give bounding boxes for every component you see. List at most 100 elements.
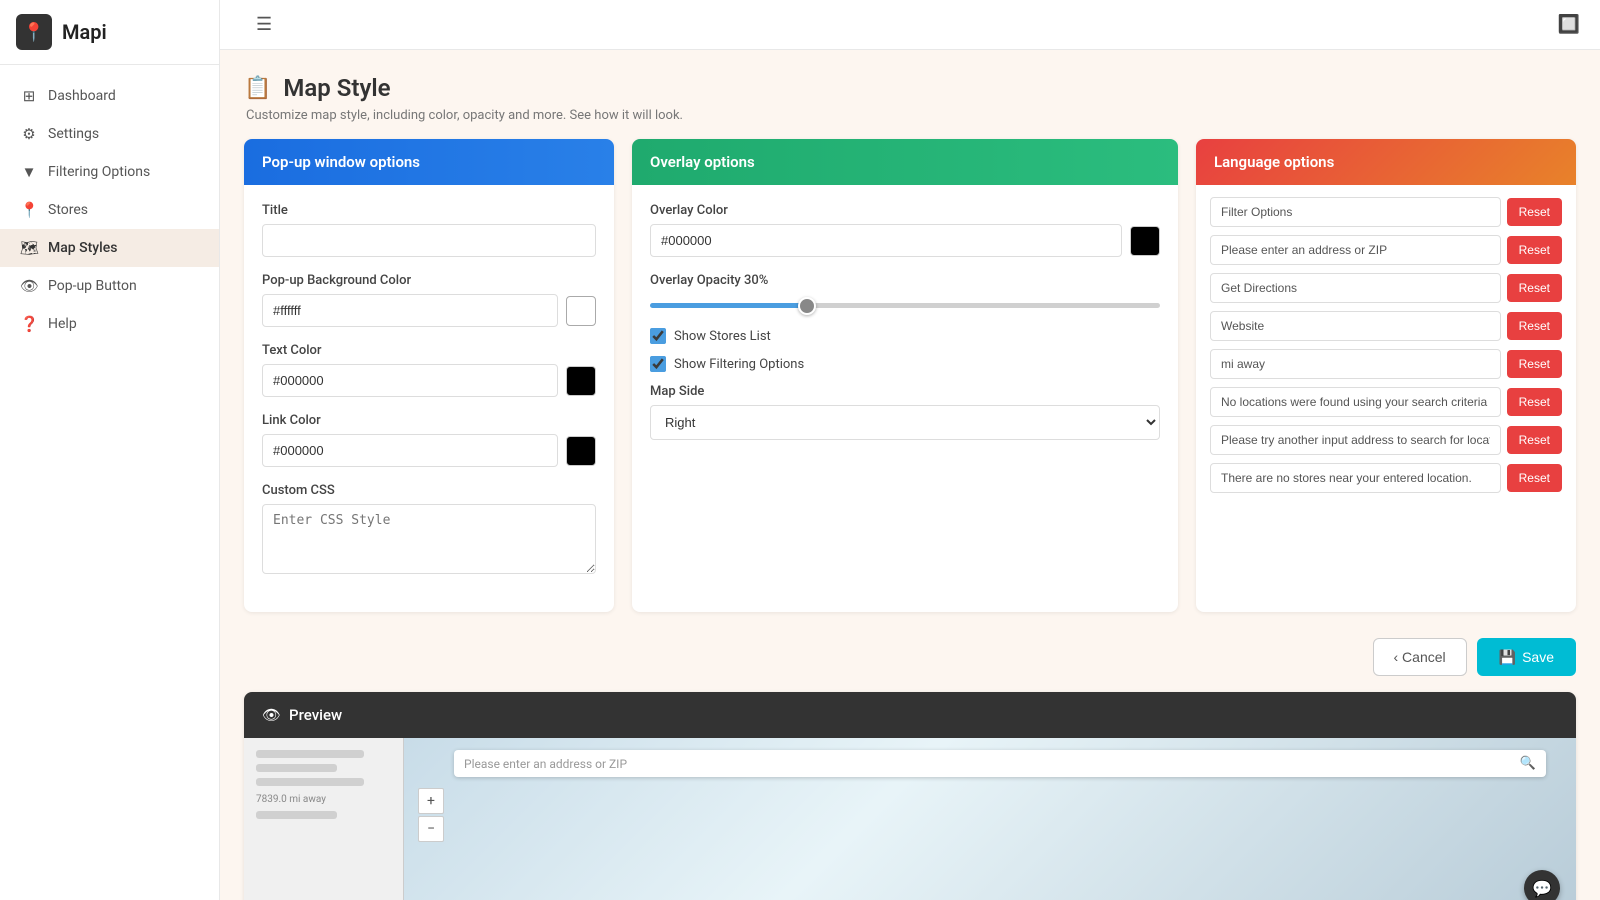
- lang-input-get-directions[interactable]: [1210, 273, 1501, 303]
- show-stores-label: Show Stores List: [674, 329, 771, 344]
- sidebar-logo: 📍 Mapi: [0, 0, 219, 65]
- reset-btn-no-locations[interactable]: Reset: [1507, 388, 1562, 416]
- search-icon[interactable]: 🔍: [1520, 756, 1536, 771]
- map-side-select[interactable]: Left Right: [650, 405, 1160, 440]
- sidebar-item-dashboard[interactable]: ⊞ Dashboard: [0, 77, 219, 115]
- zoom-out-button[interactable]: −: [418, 816, 444, 842]
- opacity-slider-group: Overlay Opacity 30%: [650, 273, 1160, 312]
- preview-distance: 7839.0 mi away: [256, 794, 391, 805]
- chat-widget[interactable]: 💬: [1524, 870, 1560, 900]
- sidebar-item-label: Stores: [48, 202, 88, 218]
- title-input[interactable]: [262, 224, 596, 257]
- search-placeholder-text: Please enter an address or ZIP: [464, 757, 1512, 771]
- sidebar-nav: ⊞ Dashboard ⚙ Settings ▼ Filtering Optio…: [0, 65, 219, 355]
- link-color-label: Link Color: [262, 413, 596, 428]
- blurred-text-2: [256, 764, 337, 772]
- preview-eye-icon: 👁: [262, 706, 281, 724]
- sidebar-item-map-styles[interactable]: 🗺 Map Styles: [0, 229, 219, 267]
- text-color-input-row: [262, 364, 596, 397]
- sidebar: 📍 Mapi ⊞ Dashboard ⚙ Settings ▼ Filterin…: [0, 0, 220, 900]
- opacity-slider[interactable]: [650, 303, 1160, 308]
- popup-icon: 👁: [20, 277, 38, 295]
- topbar-profile-icon[interactable]: 🔲: [1558, 14, 1580, 35]
- page-title: Map Style: [283, 74, 390, 102]
- lang-input-no-stores-near[interactable]: [1210, 463, 1501, 493]
- preview-body: 7839.0 mi away Please enter an address o…: [244, 738, 1576, 900]
- panels-row: Pop-up window options Title Pop-up Backg…: [220, 139, 1600, 628]
- sidebar-item-settings[interactable]: ⚙ Settings: [0, 115, 219, 153]
- lang-row-filter-options: Reset: [1210, 197, 1562, 227]
- overlay-color-swatch[interactable]: [1130, 226, 1160, 256]
- text-color-group: Text Color: [262, 343, 596, 397]
- popup-panel-body: Title Pop-up Background Color Text Color: [244, 185, 614, 612]
- reset-btn-try-another[interactable]: Reset: [1507, 426, 1562, 454]
- custom-css-group: Custom CSS: [262, 483, 596, 578]
- preview-section: 👁 Preview 7839.0 mi away Please enter an…: [244, 692, 1576, 900]
- preview-map-area: Please enter an address or ZIP 🔍 + − 💬: [404, 738, 1576, 900]
- lang-input-website[interactable]: [1210, 311, 1501, 341]
- sidebar-item-stores[interactable]: 📍 Stores: [0, 191, 219, 229]
- overlay-color-input-row: [650, 224, 1160, 257]
- save-button[interactable]: 💾 Save: [1477, 638, 1576, 676]
- reset-btn-enter-address[interactable]: Reset: [1507, 236, 1562, 264]
- text-color-swatch[interactable]: [566, 366, 596, 396]
- settings-icon: ⚙: [20, 125, 38, 143]
- sidebar-item-label: Help: [48, 316, 77, 332]
- map-styles-icon: 🗺: [20, 239, 38, 257]
- bg-color-input-row: [262, 294, 596, 327]
- sidebar-item-popup-button[interactable]: 👁 Pop-up Button: [0, 267, 219, 305]
- lang-input-no-locations[interactable]: [1210, 387, 1501, 417]
- language-panel-body: Reset Reset Reset Reset Reset: [1196, 185, 1576, 513]
- reset-btn-get-directions[interactable]: Reset: [1507, 274, 1562, 302]
- app-name: Mapi: [62, 20, 107, 44]
- preview-sidebar-panel: 7839.0 mi away: [244, 738, 404, 900]
- filter-icon: ▼: [20, 163, 38, 181]
- dashboard-icon: ⊞: [20, 87, 38, 105]
- menu-toggle-button[interactable]: ☰: [240, 0, 288, 49]
- map-search-bar: Please enter an address or ZIP 🔍: [454, 750, 1546, 777]
- preview-header: 👁 Preview: [244, 692, 1576, 738]
- blurred-text-4: [256, 811, 337, 819]
- title-group: Title: [262, 203, 596, 257]
- bg-color-input[interactable]: [262, 294, 558, 327]
- lang-row-enter-address: Reset: [1210, 235, 1562, 265]
- text-color-label: Text Color: [262, 343, 596, 358]
- sidebar-item-label: Filtering Options: [48, 164, 150, 180]
- bg-color-label: Pop-up Background Color: [262, 273, 596, 288]
- lang-row-website: Reset: [1210, 311, 1562, 341]
- lang-row-no-locations: Reset: [1210, 387, 1562, 417]
- lang-input-enter-address[interactable]: [1210, 235, 1501, 265]
- cancel-button[interactable]: ‹ Cancel: [1373, 638, 1467, 676]
- reset-btn-website[interactable]: Reset: [1507, 312, 1562, 340]
- lang-input-mi-away[interactable]: [1210, 349, 1501, 379]
- sidebar-item-filtering-options[interactable]: ▼ Filtering Options: [0, 153, 219, 191]
- lang-input-filter-options[interactable]: [1210, 197, 1501, 227]
- zoom-controls: + −: [418, 788, 444, 842]
- reset-btn-mi-away[interactable]: Reset: [1507, 350, 1562, 378]
- blurred-text-3: [256, 778, 364, 786]
- popup-panel-header: Pop-up window options: [244, 139, 614, 185]
- popup-panel: Pop-up window options Title Pop-up Backg…: [244, 139, 614, 612]
- link-color-input[interactable]: [262, 434, 558, 467]
- lang-input-try-another[interactable]: [1210, 425, 1501, 455]
- logo-icon: 📍: [16, 14, 52, 50]
- sidebar-item-label: Pop-up Button: [48, 278, 137, 294]
- show-filtering-checkbox[interactable]: [650, 356, 666, 372]
- reset-btn-filter-options[interactable]: Reset: [1507, 198, 1562, 226]
- reset-btn-no-stores-near[interactable]: Reset: [1507, 464, 1562, 492]
- blurred-text-1: [256, 750, 364, 758]
- page-subtitle: Customize map style, including color, op…: [246, 108, 1576, 123]
- save-icon: 💾: [1499, 649, 1516, 666]
- help-icon: ❓: [20, 315, 38, 333]
- zoom-in-button[interactable]: +: [418, 788, 444, 814]
- custom-css-input[interactable]: [262, 504, 596, 574]
- overlay-color-input[interactable]: [650, 224, 1122, 257]
- text-color-input[interactable]: [262, 364, 558, 397]
- sidebar-item-help[interactable]: ❓ Help: [0, 305, 219, 343]
- overlay-panel: Overlay options Overlay Color Overlay Op…: [632, 139, 1178, 612]
- map-side-label: Map Side: [650, 384, 1160, 399]
- bg-color-swatch[interactable]: [566, 296, 596, 326]
- show-stores-checkbox[interactable]: [650, 328, 666, 344]
- link-color-swatch[interactable]: [566, 436, 596, 466]
- page-header: 📋 Map Style Customize map style, includi…: [220, 50, 1600, 139]
